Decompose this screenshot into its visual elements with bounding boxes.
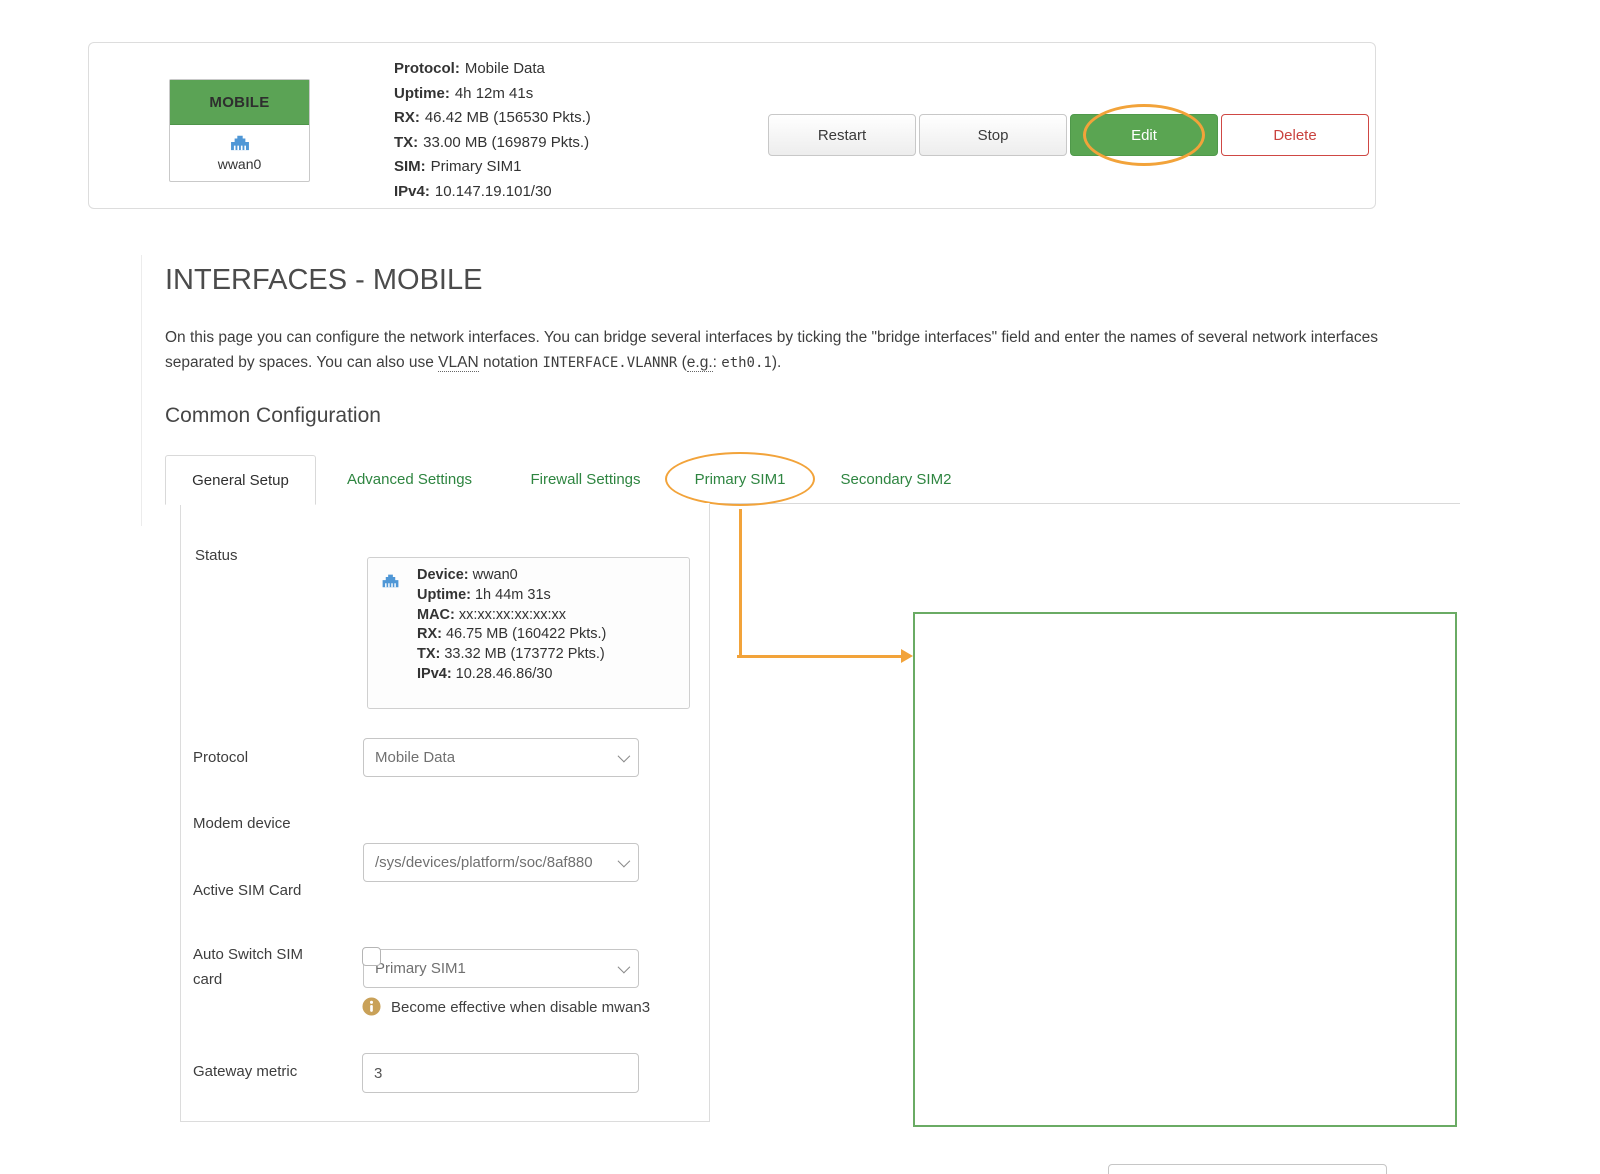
modem-device-select[interactable]: /sys/devices/platform/soc/8af880 [363, 843, 639, 882]
auto-switch-label: Auto Switch SIM card [193, 946, 304, 988]
gateway-metric-input[interactable] [362, 1053, 639, 1093]
delete-button[interactable]: Delete [1221, 114, 1369, 156]
auto-switch-note: Become effective when disable mwan3 [391, 999, 651, 1016]
annotation-horizontal-line [737, 655, 903, 658]
restart-button[interactable]: Restart [768, 114, 916, 156]
page-title: INTERFACES - MOBILE [165, 264, 483, 296]
tab-primary-sim1[interactable]: Primary SIM1 [665, 452, 815, 657]
interface-overview-card: MOBILE wwan0 Protocol: Mobile Data Uptime… [88, 42, 1376, 209]
auto-switch-checkbox[interactable] [362, 947, 381, 966]
status-details: Device: wwan0 Uptime: 1h 44m 31s MAC: xx:xx… [417, 566, 606, 685]
ip-connection-type-select[interactable]: -- Please choose -- [1108, 1164, 1387, 1174]
stat-protocol: Protocol: Mobile Data [394, 60, 545, 77]
status-rx: RX: 46.75 MB (160422 Pkts.) [417, 626, 607, 643]
active-sim-label: Active SIM Card [193, 882, 302, 899]
protocol-value: Mobile Data [375, 749, 456, 766]
info-icon [362, 997, 381, 1021]
annotation-arrowhead [901, 649, 913, 663]
tab-secondary-sim2[interactable]: Secondary SIM2 [812, 455, 980, 503]
interface-stats: Protocol: Mobile Data Uptime: 4h 12m 41s R… [394, 57, 591, 205]
stat-tx: TX: 33.00 MB (169879 Pkts.) [394, 133, 590, 151]
modem-device-label: Modem device [193, 815, 291, 832]
interface-actions: Restart Stop Edit Delete [768, 104, 1369, 166]
stat-uptime: Uptime: 4h 12m 41s [394, 84, 534, 102]
interface-vlannr-code: INTERFACE.VLANNR [542, 354, 678, 371]
active-sim-select[interactable]: Primary SIM1 [363, 949, 639, 988]
primary-sim1-panel [913, 612, 1457, 1127]
page: MOBILE wwan0 Protocol: Mobile Data Uptime… [0, 0, 1600, 1174]
status-label: Status [195, 547, 238, 564]
stop-button[interactable]: Stop [919, 114, 1067, 156]
active-sim-value: Primary SIM1 [375, 960, 466, 977]
stat-ipv4: IPv4: 10.147.19.101/30 [394, 182, 552, 200]
stat-rx: RX: 46.42 MB (156530 Pkts.) [394, 109, 591, 127]
interface-tile-header: MOBILE [170, 80, 309, 125]
edit-button-label: Edit [1131, 126, 1157, 144]
section-title: Common Configuration [165, 404, 381, 427]
gateway-metric-label: Gateway metric [193, 1063, 298, 1080]
interface-device-name: wwan0 [217, 156, 262, 172]
eg-abbr: e.g. [686, 353, 713, 372]
protocol-select[interactable]: Mobile Data [363, 738, 639, 777]
panel-left-edge [141, 255, 142, 526]
tab-firewall-settings[interactable]: Firewall Settings [503, 455, 668, 503]
tab-primary-sim1-label: Primary SIM1 [694, 470, 786, 488]
status-ipv4: IPv4: 10.28.46.86/30 [417, 665, 553, 682]
annotation-vertical-line [739, 509, 742, 657]
ethernet-port-icon [229, 134, 251, 154]
tab-general-setup[interactable]: General Setup [165, 455, 316, 505]
eth-code: eth0.1 [721, 354, 772, 371]
protocol-label: Protocol [193, 749, 249, 766]
page-description: On this page you can configure the netwo… [165, 329, 1378, 372]
edit-button[interactable]: Edit [1070, 104, 1218, 166]
ethernet-port-icon [381, 573, 400, 593]
interface-tile: MOBILE wwan0 [169, 79, 310, 182]
vlan-abbr: VLAN [438, 353, 479, 372]
stat-sim: SIM: Primary SIM1 [394, 158, 522, 176]
tab-advanced-settings[interactable]: Advanced Settings [316, 455, 503, 503]
tab-bar: General Setup Advanced Settings Firewall… [165, 452, 1460, 657]
status-mac: MAC: xx:xx:xx:xx:xx:xx [417, 606, 567, 623]
status-device: Device: wwan0 [417, 567, 518, 583]
status-uptime: Uptime: 1h 44m 31s [417, 586, 551, 603]
status-tx: TX: 33.32 MB (173772 Pkts.) [417, 646, 605, 663]
modem-device-value: /sys/devices/platform/soc/8af880 [375, 854, 593, 871]
